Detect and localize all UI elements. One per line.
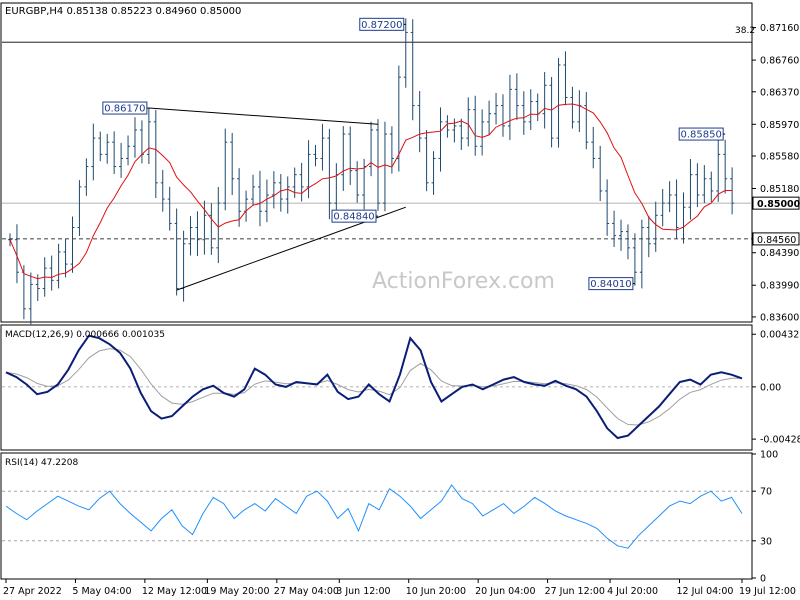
x-tick-label: 12 May 12:00 <box>142 586 207 597</box>
price-annotation: 0.86170 <box>102 101 149 115</box>
y-tick-label: 0.86760 <box>760 56 799 67</box>
y-tick-label: 0.84390 <box>760 248 799 259</box>
price-annotation: 0.84840 <box>331 209 378 223</box>
y-tick-label: 0.85580 <box>760 151 799 162</box>
rsi-y-tick-label: 70 <box>760 487 772 498</box>
annotation-label: 0.84010 <box>590 279 631 290</box>
annotation-label: 0.86170 <box>104 104 145 115</box>
x-tick-label: 3 Jun 12:00 <box>336 586 390 597</box>
x-tick-label: 10 Jun 20:00 <box>406 586 466 597</box>
annotation-label: 0.85850 <box>680 130 721 141</box>
x-tick-label: 5 May 04:00 <box>72 586 131 597</box>
price-annotation: 0.87200 <box>359 17 406 31</box>
y-tick-label: 0.85180 <box>760 184 799 195</box>
x-tick-label: 19 Jul 12:00 <box>739 586 796 597</box>
y-tick-label: 0.86370 <box>760 87 799 98</box>
macd-y-tick-label: 0.004325 <box>760 330 800 341</box>
y-tick-label: 0.83990 <box>760 281 799 292</box>
support-price-tag: 0.84560 <box>752 232 800 246</box>
price-annotation: 0.84010 <box>588 277 635 291</box>
y-tick-label: 0.87160 <box>760 23 799 34</box>
current-price-label: 0.85000 <box>757 199 800 210</box>
x-tick-label: 27 Jun 12:00 <box>545 586 605 597</box>
x-tick-label: 19 May 20:00 <box>204 586 269 597</box>
macd-label: MACD(12,26,9) 0.000666 0.001035 <box>5 330 165 340</box>
x-tick-label: 12 Jul 04:00 <box>677 586 734 597</box>
rsi-y-tick-label: 30 <box>760 536 772 547</box>
rsi-y-tick-label: 100 <box>760 450 778 461</box>
annotation-label: 0.84840 <box>333 212 374 223</box>
watermark: ActionForex.com <box>372 269 555 294</box>
y-tick-label: 0.85970 <box>760 120 799 131</box>
macd-y-tick-label: -0.004288 <box>760 435 800 446</box>
eurgbp-chart: 0.87200 0.86170 0.84840 0.84010 0.85850 EURG… <box>0 0 800 600</box>
y-tick-label: 0.83600 <box>760 312 799 323</box>
current-price-tag: 0.85000 <box>752 196 800 210</box>
x-tick-label: 4 Jul 20:00 <box>607 586 658 597</box>
macd-y-tick-label: 0.00 <box>760 382 781 393</box>
support-price-label: 0.84560 <box>757 235 796 246</box>
rsi-y-tick-label: 0 <box>760 574 766 585</box>
price-annotation: 0.85850 <box>678 127 726 141</box>
rsi-label: RSI(14) 47.2208 <box>5 458 78 468</box>
symbol-ohlc-label: EURGBP,H4 0.85138 0.85223 0.84960 0.8500… <box>5 6 241 17</box>
annotation-label: 0.87200 <box>361 20 402 31</box>
x-tick-label: 27 May 04:00 <box>274 586 339 597</box>
x-tick-label: 20 Jun 04:00 <box>475 586 535 597</box>
x-tick-label: 27 Apr 2022 <box>3 586 62 597</box>
